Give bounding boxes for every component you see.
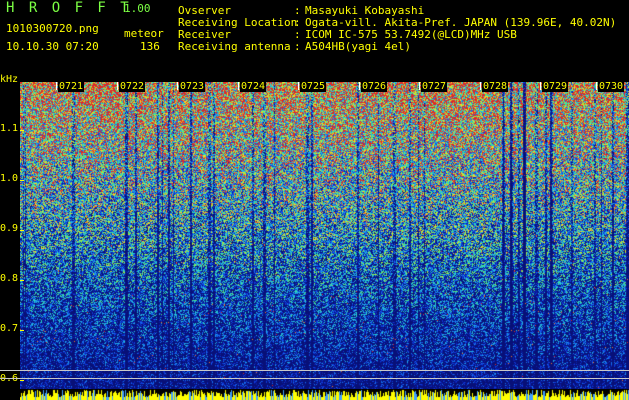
type-label: meteor (124, 27, 164, 40)
time-mark (298, 82, 299, 90)
info-label-antenna: Receiving antenna (178, 40, 291, 53)
y-tick (20, 330, 24, 331)
time-mark (540, 82, 541, 90)
time-label: 0721 (58, 81, 85, 92)
time-label: 0727 (421, 81, 448, 92)
time-mark (359, 82, 360, 90)
time-label: 0722 (119, 81, 146, 92)
app-title: H R O F F T (6, 0, 132, 16)
y-tick (20, 280, 24, 281)
time-label: 0730 (598, 81, 625, 92)
info-value-antenna: A504HB(yagi 4el) (305, 40, 411, 53)
time-label: 0723 (179, 81, 206, 92)
time-mark (419, 82, 420, 90)
y-tick (20, 130, 24, 131)
time-mark (480, 82, 481, 90)
date-time: 10.10.30 07:20 (6, 40, 99, 53)
event-count: 136 (140, 40, 160, 53)
time-label: 0728 (482, 81, 509, 92)
app-version: 1.00 (124, 2, 151, 15)
y-tick (20, 230, 24, 231)
y-tick-label: 0.7 (0, 323, 19, 334)
y-tick-label: 1.1 (0, 123, 19, 134)
time-mark (56, 82, 57, 90)
y-tick (20, 380, 24, 381)
y-tick (20, 180, 24, 181)
spectrogram (20, 82, 629, 390)
time-mark (177, 82, 178, 90)
time-mark (596, 82, 597, 90)
time-label: 0726 (361, 81, 388, 92)
time-label: 0725 (300, 81, 327, 92)
y-tick-label: 0.9 (0, 223, 19, 234)
level-bar (20, 389, 629, 400)
info-colon: : (294, 40, 301, 53)
time-mark (117, 82, 118, 90)
time-mark (238, 82, 239, 90)
y-axis-unit: kHz (0, 74, 19, 85)
time-label: 0724 (240, 81, 267, 92)
time-label: 0729 (542, 81, 569, 92)
file-name: 1010300720.png (6, 22, 99, 35)
y-tick-label: 1.0 (0, 173, 19, 184)
y-tick-label: 0.8 (0, 273, 19, 284)
reference-line (0, 370, 629, 371)
reference-line (0, 378, 629, 379)
